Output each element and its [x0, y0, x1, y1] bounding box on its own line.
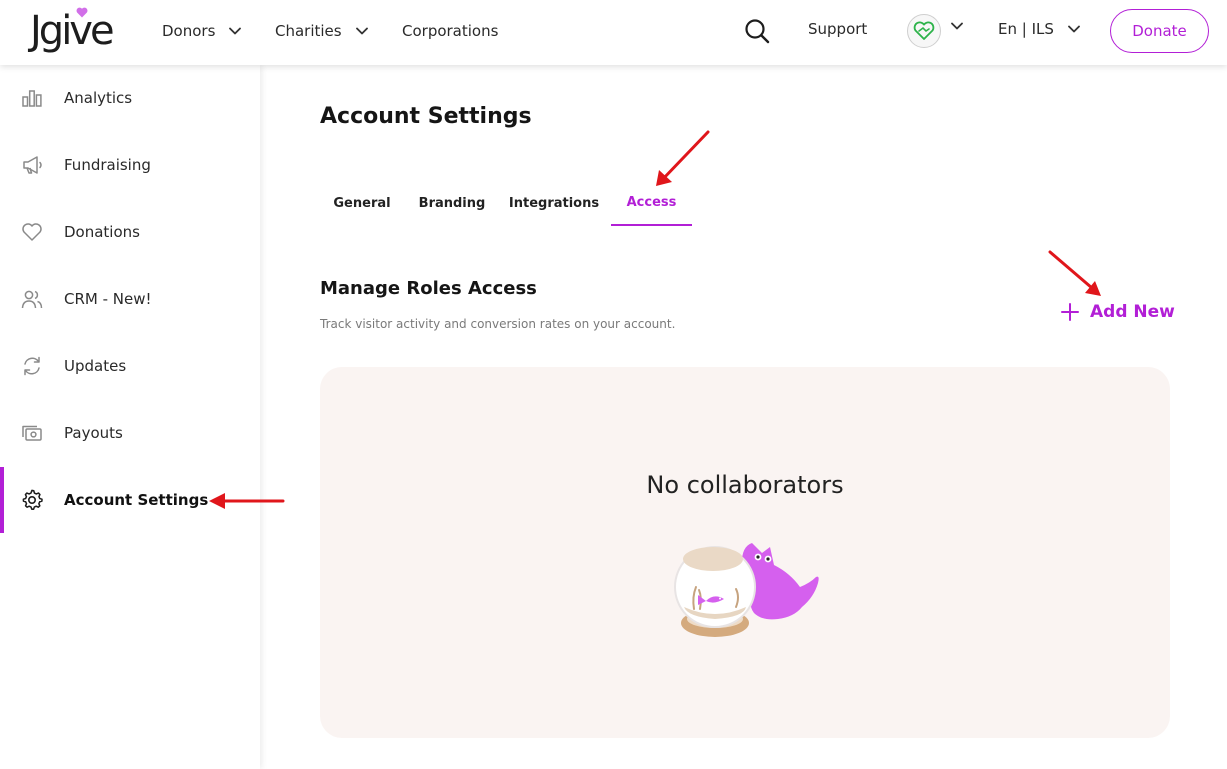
sidebar-item-label: Donations [64, 223, 140, 241]
cat-fishbowl-illustration [674, 543, 819, 637]
chevron-down-icon[interactable] [951, 22, 963, 30]
jgive-logo[interactable]: Jgive [30, 6, 134, 56]
sidebar-item-label: CRM - New! [64, 290, 152, 308]
nav-charities-label: Charities [275, 22, 342, 40]
logo-heart-icon [76, 7, 88, 18]
nav-corporations-label: Corporations [402, 22, 499, 40]
chevron-down-icon [1067, 25, 1080, 33]
section-subtitle: Track visitor activity and conversion ra… [320, 317, 676, 331]
sidebar-item-label: Fundraising [64, 156, 151, 174]
sidebar-item-analytics[interactable]: Analytics [0, 65, 260, 131]
sidebar-item-label: Analytics [64, 89, 133, 107]
sidebar-item-fundraising[interactable]: Fundraising [0, 132, 260, 198]
nav-corporations[interactable]: Corporations [402, 19, 498, 43]
sidebar-item-label: Updates [64, 357, 127, 375]
megaphone-icon [23, 156, 42, 174]
users-icon [21, 290, 43, 309]
nav-charities[interactable]: Charities [275, 19, 368, 43]
gear-icon [22, 489, 43, 510]
language-label: En | ILS [998, 20, 1054, 38]
annotation-arrow-account-settings [209, 493, 285, 509]
nav-donors-label: Donors [162, 22, 216, 40]
donate-button[interactable]: Donate [1110, 9, 1209, 53]
sidebar-item-donations[interactable]: Donations [0, 199, 260, 265]
section-title: Manage Roles Access [320, 278, 537, 299]
empty-state-card: No collaborators [320, 367, 1170, 738]
sidebar-item-updates[interactable]: Updates [0, 333, 260, 399]
plus-icon [1061, 303, 1079, 321]
add-new-label: Add New [1090, 302, 1175, 322]
sidebar-item-payouts[interactable]: Payouts [0, 400, 260, 466]
language-currency-selector[interactable]: En | ILS [998, 20, 1080, 38]
heart-icon [22, 223, 42, 241]
cash-icon [22, 425, 42, 441]
page-title: Account Settings [320, 104, 532, 129]
nav-donors[interactable]: Donors [162, 19, 242, 43]
refresh-icon [24, 356, 40, 376]
chevron-down-icon [229, 27, 242, 35]
empty-state-title: No collaborators [646, 471, 844, 499]
account-avatar[interactable] [907, 14, 941, 48]
annotation-arrow-access [656, 130, 710, 186]
heart-logo-icon [913, 21, 935, 40]
logo-text: Jgive [30, 8, 115, 54]
sidebar: Analytics Fundraising Donations CRM - Ne… [0, 65, 260, 769]
sidebar-item-label: Payouts [64, 424, 123, 442]
tab-general[interactable]: General [320, 180, 404, 226]
chevron-down-icon [355, 27, 368, 35]
annotation-arrow-add-new [1048, 250, 1101, 296]
tab-integrations[interactable]: Integrations [500, 180, 608, 226]
search-icon[interactable] [744, 18, 770, 44]
sidebar-item-crm[interactable]: CRM - New! [0, 266, 260, 332]
sidebar-item-label: Account Settings [64, 491, 209, 509]
add-new-button[interactable]: Add New [1060, 298, 1175, 326]
bar-chart-icon [22, 90, 42, 107]
support-link[interactable]: Support [808, 20, 867, 38]
top-header: Jgive Donors Charities Corporations Supp… [0, 0, 1227, 65]
tab-branding[interactable]: Branding [408, 180, 496, 226]
